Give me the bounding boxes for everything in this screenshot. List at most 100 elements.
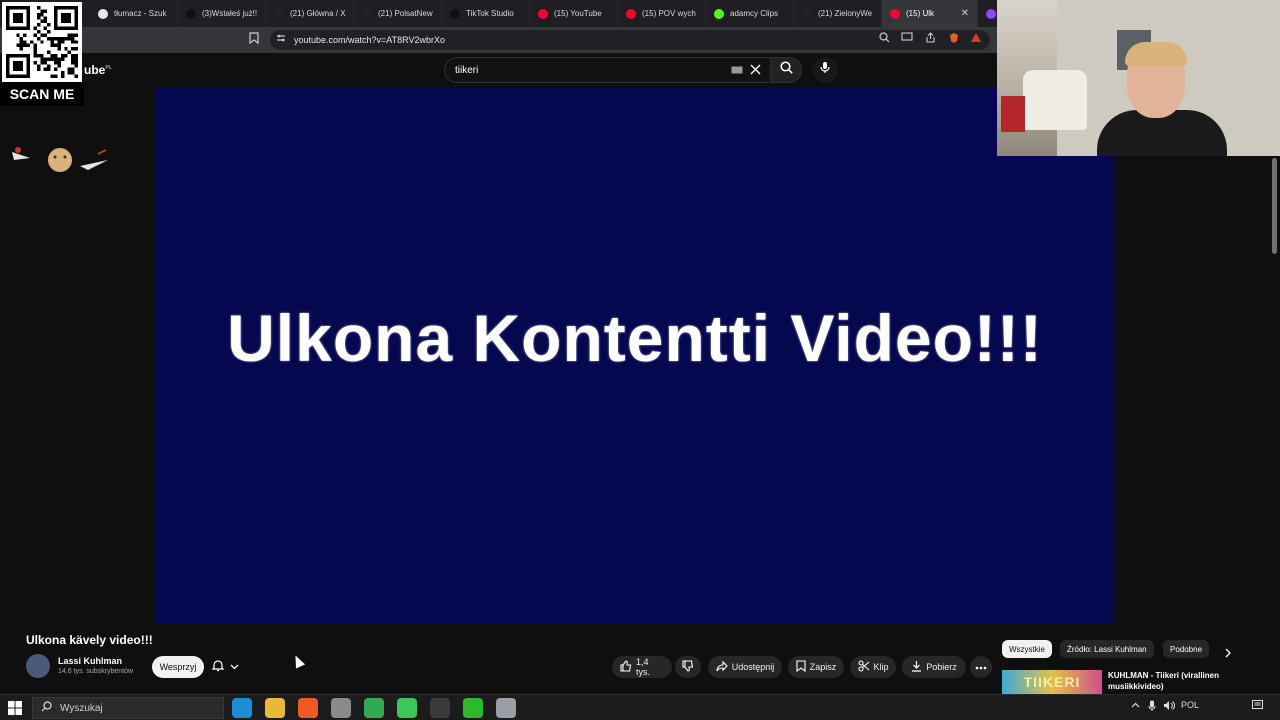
brave-shields-icon[interactable]: [947, 32, 961, 46]
thumbs-up-icon: [620, 660, 632, 674]
channel-name[interactable]: Lassi Kuhlman: [58, 656, 122, 666]
browser-tab[interactable]: (15) YouTube: [530, 0, 618, 27]
chip-source[interactable]: Źródło: Lassi Kuhlman: [1060, 640, 1154, 658]
youtube-icon: [538, 8, 548, 19]
browser-tab[interactable]: (21) PolsatNew: [354, 0, 442, 27]
youtube-icon: [626, 8, 636, 19]
youtube-icon: [890, 8, 900, 19]
download-icon: [911, 660, 922, 674]
browser-tab[interactable]: adamcy Clips: [706, 0, 794, 27]
twitch-icon: [986, 8, 996, 19]
x-icon: [274, 8, 284, 19]
save-bookmark-icon: [796, 660, 806, 674]
video-title: Ulkona kävely video!!!: [26, 633, 153, 647]
clip-label: Klip: [873, 662, 889, 672]
search-icon: [779, 61, 793, 79]
cast-icon[interactable]: [900, 32, 914, 46]
save-button[interactable]: Zapisz: [788, 656, 844, 678]
site-settings-icon[interactable]: [274, 33, 288, 47]
volume-icon[interactable]: [1163, 700, 1175, 713]
browser-tab[interactable]: (15) POV wych: [618, 0, 706, 27]
input-language[interactable]: POL: [1181, 700, 1199, 710]
stream-emotes: [12, 147, 108, 172]
scan-me-label: SCAN ME: [0, 82, 84, 106]
qr-code: [2, 2, 82, 82]
thumbnail-text: TIIKERI: [1023, 674, 1081, 690]
taskbar-search-placeholder: Wyszukaj: [60, 702, 103, 714]
tab-label: TikTok Studio: [466, 9, 514, 18]
file-explorer-icon[interactable]: [265, 698, 285, 718]
tab-label: (21) ZielonyWe: [818, 9, 873, 18]
dislike-button[interactable]: [675, 656, 701, 678]
chevron-up-icon[interactable]: [1131, 700, 1140, 710]
recommendation-thumbnail[interactable]: TIIKERI: [1002, 670, 1102, 694]
tab-label: (21) PolsatNew: [378, 9, 433, 18]
tab-label: (15) POV wych: [642, 9, 696, 18]
mouse-cursor: [290, 653, 306, 669]
tab-label: (15) Ulk: [906, 9, 935, 18]
brave-icon[interactable]: [298, 698, 318, 718]
microphone-icon[interactable]: [1148, 700, 1156, 714]
like-count: 1,4 tys.: [636, 657, 651, 677]
search-query: tiikeri: [455, 64, 479, 76]
more-horizontal-icon: [975, 662, 987, 672]
tab-label: adamcy Clips: [730, 9, 779, 18]
obs-icon[interactable]: [430, 698, 450, 718]
app-icon[interactable]: [496, 698, 516, 718]
chrome-icon[interactable]: [364, 698, 384, 718]
recommendation-title[interactable]: KUHLMAN - Tiikeri (virallinen musiikkivi…: [1108, 670, 1238, 692]
browser-tab[interactable]: (21) Główna / X: [266, 0, 354, 27]
clear-search-icon[interactable]: [750, 64, 761, 78]
save-label: Zapisz: [809, 662, 837, 672]
search-input[interactable]: tiikeri: [444, 57, 772, 83]
tab-label: tłumacz - Szuk: [114, 9, 167, 18]
keyboard-icon[interactable]: [731, 66, 743, 77]
video-overlay-text: Ulkona Kontentti Video!!!: [227, 301, 1043, 375]
browser-tab[interactable]: TikTok Studio: [442, 0, 530, 27]
close-tab-icon[interactable]: ✕: [961, 8, 969, 19]
video-player[interactable]: Ulkona Kontentti Video!!!: [156, 88, 1114, 624]
edge-icon[interactable]: [232, 698, 252, 718]
app-icon[interactable]: [331, 698, 351, 718]
tab-label: (15) YouTube: [554, 9, 602, 18]
channel-avatar[interactable]: [26, 654, 50, 678]
tiktok-icon: [186, 8, 196, 19]
support-button[interactable]: Wesprzyj: [152, 656, 204, 678]
zoom-icon[interactable]: [877, 32, 891, 46]
browser-tab[interactable]: (3)Wstałeś już!!: [178, 0, 266, 27]
tab-label: (21) Główna / X: [290, 9, 346, 18]
share-button[interactable]: Udostępnij: [708, 656, 782, 678]
download-label: Pobierz: [926, 662, 957, 672]
notification-bell-button[interactable]: [211, 656, 252, 678]
more-actions-button[interactable]: [970, 656, 992, 678]
bookmark-icon[interactable]: [247, 32, 261, 46]
chip-related[interactable]: Podobne: [1163, 640, 1210, 658]
notifications-icon[interactable]: [1252, 700, 1263, 712]
app-icon[interactable]: [463, 698, 483, 718]
url-text: youtube.com/watch?v=AT8RV2wbrXo: [294, 35, 445, 45]
address-bar-row: youtube.com/watch?v=AT8RV2wbrXo: [0, 27, 1000, 53]
x-icon: [802, 8, 812, 19]
brave-rewards-icon[interactable]: [969, 32, 983, 46]
share-icon[interactable]: [923, 32, 937, 46]
browser-tab[interactable]: (21) ZielonyWe: [794, 0, 882, 27]
scissors-icon: [857, 660, 870, 674]
browser-tab[interactable]: tłumacz - Szuk: [90, 0, 178, 27]
share-arrow-icon: [716, 660, 728, 674]
share-label: Udostępnij: [731, 662, 775, 672]
windows-start-icon[interactable]: [8, 701, 22, 715]
windows-taskbar: Wyszukaj POL: [0, 694, 1280, 720]
taskbar-search[interactable]: Wyszukaj: [32, 697, 224, 719]
clip-button[interactable]: Klip: [850, 656, 896, 678]
youtube-logo-fragment[interactable]: ubePL: [84, 63, 112, 77]
voice-search-button[interactable]: [812, 57, 838, 83]
subscriber-count: 14,6 tys. subskrybentów: [58, 668, 134, 675]
chip-all[interactable]: Wszystkie: [1002, 640, 1052, 658]
browser-tab[interactable]: (15) Ulk ✕: [882, 0, 978, 27]
download-button[interactable]: Pobierz: [902, 656, 966, 678]
media-player-icon[interactable]: [397, 698, 417, 718]
search-button[interactable]: [770, 57, 802, 83]
like-button[interactable]: 1,4 tys.: [612, 656, 672, 678]
page-scrollbar[interactable]: [1272, 158, 1277, 254]
chevron-right-icon[interactable]: [1224, 645, 1232, 663]
